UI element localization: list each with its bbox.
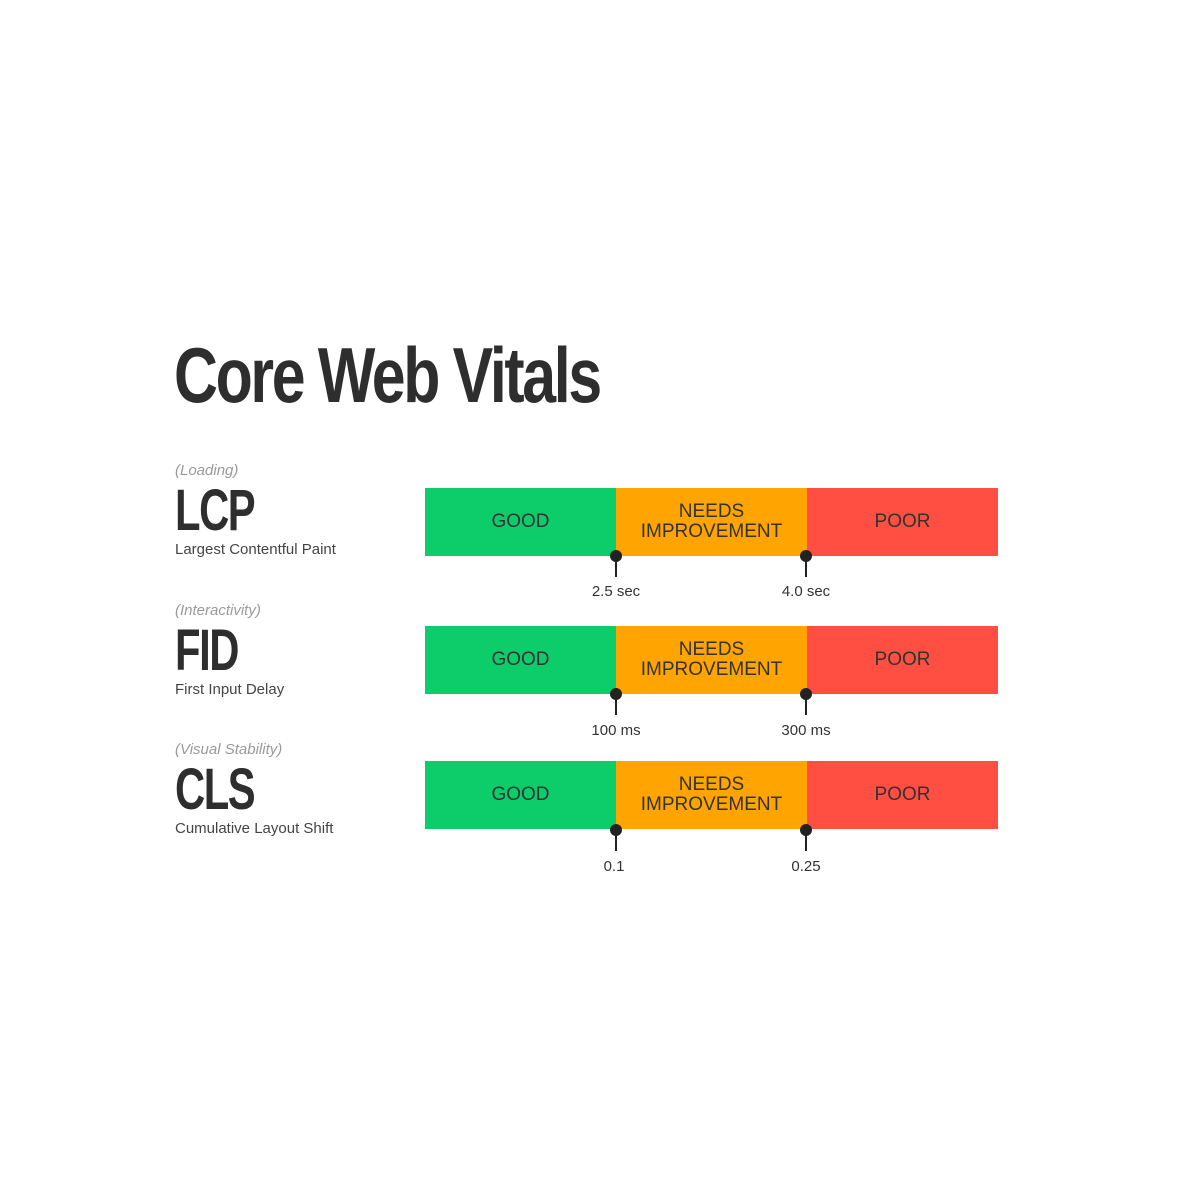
threshold-label: 2.5 sec <box>591 583 641 600</box>
page-title: Core Web Vitals <box>174 331 602 419</box>
metric-full-name: First Input Delay <box>175 681 285 698</box>
threshold-bar-cls: GOOD NEEDS IMPROVEMENT POOR <box>425 761 998 829</box>
threshold-label: 4.0 sec <box>781 583 831 600</box>
segment-good: GOOD <box>425 488 616 556</box>
metric-category: (Interactivity) <box>175 602 261 619</box>
metric-label-fid: (Interactivity) FID First Input Delay <box>175 603 284 697</box>
segment-poor: POOR <box>807 761 998 829</box>
metric-label-lcp: (Loading) LCP Largest Contentful Paint <box>175 463 336 557</box>
metric-category: (Loading) <box>175 462 239 479</box>
metric-full-name: Cumulative Layout Shift <box>175 820 334 837</box>
segment-good: GOOD <box>425 626 616 694</box>
threshold-label: 100 ms <box>591 722 641 739</box>
segment-needs-improvement: NEEDS IMPROVEMENT <box>616 626 807 694</box>
threshold-marker-icon <box>800 688 812 715</box>
threshold-marker-icon <box>800 824 812 851</box>
threshold-marker-icon <box>610 688 622 715</box>
threshold-marker-icon <box>610 824 622 851</box>
segment-needs-improvement: NEEDS IMPROVEMENT <box>616 761 807 829</box>
segment-good: GOOD <box>425 761 616 829</box>
metric-acronym: FID <box>175 618 239 683</box>
segment-poor: POOR <box>807 488 998 556</box>
threshold-label: 300 ms <box>781 722 831 739</box>
threshold-bar-fid: GOOD NEEDS IMPROVEMENT POOR <box>425 626 998 694</box>
threshold-marker-icon <box>800 550 812 577</box>
segment-poor: POOR <box>807 626 998 694</box>
segment-needs-improvement: NEEDS IMPROVEMENT <box>616 488 807 556</box>
metric-full-name: Largest Contentful Paint <box>175 541 336 558</box>
metric-category: (Visual Stability) <box>175 741 283 758</box>
threshold-label: 0.1 <box>603 858 625 875</box>
metric-acronym: LCP <box>175 478 256 543</box>
metric-acronym: CLS <box>175 757 256 822</box>
threshold-label: 0.25 <box>791 858 821 875</box>
threshold-marker-icon <box>610 550 622 577</box>
threshold-bar-lcp: GOOD NEEDS IMPROVEMENT POOR <box>425 488 998 556</box>
metric-label-cls: (Visual Stability) CLS Cumulative Layout… <box>175 742 333 836</box>
